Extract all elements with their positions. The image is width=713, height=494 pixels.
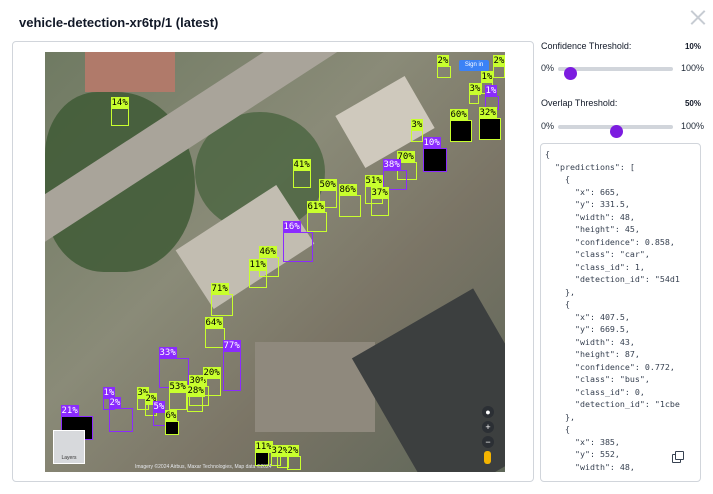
layers-button[interactable]: Layers (53, 430, 85, 464)
satellite-map[interactable]: 14% 2% 2% 1% 3% 1% 60% 32% 3% 10% 70% 38% 41% 50% 86% 5… (45, 52, 505, 472)
detection-label: 21% (60, 405, 79, 417)
detection-label: 3% (410, 119, 424, 131)
detection-label: 33% (158, 347, 177, 359)
overlap-value: 50% (684, 99, 701, 108)
detection-label: 20% (202, 367, 221, 379)
detection-box: 6% (164, 410, 179, 435)
overlap-slider[interactable]: 0% 100% (541, 120, 704, 138)
confidence-label: Confidence Threshold: (541, 41, 632, 51)
detection-box: 20% (202, 367, 221, 396)
detection-box: 2% (108, 397, 133, 432)
detection-label: 71% (210, 283, 229, 295)
overlap-max: 100% (680, 121, 704, 131)
detection-label: 1% (484, 85, 498, 97)
detection-box: 71% (210, 283, 233, 316)
detection-label: 3% (468, 83, 482, 95)
detection-label: 38% (382, 159, 401, 171)
map-attribution: Imagery ©2024 Airbus, Maxar Technologies… (135, 464, 272, 470)
detection-label: 32% (478, 107, 497, 119)
confidence-slider[interactable]: 0% 100% (541, 62, 704, 80)
detection-label: 6% (164, 410, 178, 422)
json-output-panel[interactable]: { "predictions": [ { "x": 665, "y": 331.… (540, 143, 701, 482)
detection-box: 60% (449, 109, 472, 142)
zoom-in-button[interactable]: + (482, 421, 494, 433)
detection-box: 14% (110, 97, 129, 126)
detection-box: 10% (422, 137, 447, 172)
confidence-thumb[interactable] (563, 67, 577, 80)
detection-label: 61% (306, 201, 325, 213)
detection-box: 32% (478, 107, 501, 140)
detection-label: 5% (152, 401, 166, 413)
detection-box: 86% (338, 184, 361, 217)
signin-button[interactable]: Sign in (459, 60, 489, 71)
detection-box: 61% (306, 201, 327, 232)
confidence-track[interactable] (558, 67, 673, 80)
overlap-label: Overlap Threshold: (541, 98, 618, 108)
detection-box: 2% (286, 445, 301, 470)
detection-label: 64% (204, 317, 223, 329)
detection-label: 77% (222, 340, 241, 352)
detection-label: 53% (168, 381, 187, 393)
detection-label: 1% (480, 71, 494, 83)
detection-label: 86% (338, 184, 357, 196)
confidence-min: 0% (541, 63, 555, 73)
json-output-text: { "predictions": [ { "x": 665, "y": 331.… (545, 149, 680, 472)
detection-label: 50% (318, 179, 337, 191)
detection-label: 14% (110, 97, 129, 109)
confidence-value: 10% (684, 42, 701, 51)
detection-label: 2% (286, 445, 300, 457)
detection-box: 16% (282, 221, 313, 262)
detection-box: 77% (222, 340, 241, 391)
close-icon[interactable] (689, 8, 707, 26)
detection-box: 11% (248, 259, 267, 288)
detection-box: 2% (436, 55, 451, 78)
overlap-min: 0% (541, 121, 555, 131)
detection-label: 60% (449, 109, 468, 121)
detection-label: 2% (436, 55, 450, 67)
detection-label: 10% (422, 137, 441, 149)
detection-label: 2% (108, 397, 122, 409)
detection-box: 3% (410, 119, 424, 142)
detection-label: 11% (248, 259, 267, 271)
detection-label: 37% (370, 187, 389, 199)
detection-label: 51% (364, 175, 383, 187)
overlap-track[interactable] (558, 125, 673, 138)
copy-icon[interactable] (672, 451, 684, 463)
detection-box: 41% (292, 159, 311, 188)
detection-box: 2% (492, 55, 505, 78)
detection-box: 37% (370, 187, 389, 216)
image-viewer: › 14%2%2%1%3%1%60%32%3%10%70%38%41%50%86… (12, 41, 534, 482)
detection-label: 46% (258, 246, 277, 258)
map-controls: ● + − (482, 406, 494, 467)
zoom-out-button[interactable]: − (482, 436, 494, 448)
detection-box: 3% (468, 83, 482, 104)
confidence-max: 100% (680, 63, 704, 73)
detection-label: 28% (186, 385, 205, 397)
detection-label: 2% (492, 55, 505, 67)
detection-label: 16% (282, 221, 301, 233)
overlap-thumb[interactable] (609, 125, 623, 138)
detection-box: 53% (168, 381, 187, 410)
compass-icon[interactable]: ● (482, 406, 494, 418)
detection-box: 28% (186, 385, 205, 412)
model-title: vehicle-detection-xr6tp/1 (latest) (19, 15, 219, 30)
pegman-icon[interactable] (484, 451, 491, 464)
detection-label: 41% (292, 159, 311, 171)
